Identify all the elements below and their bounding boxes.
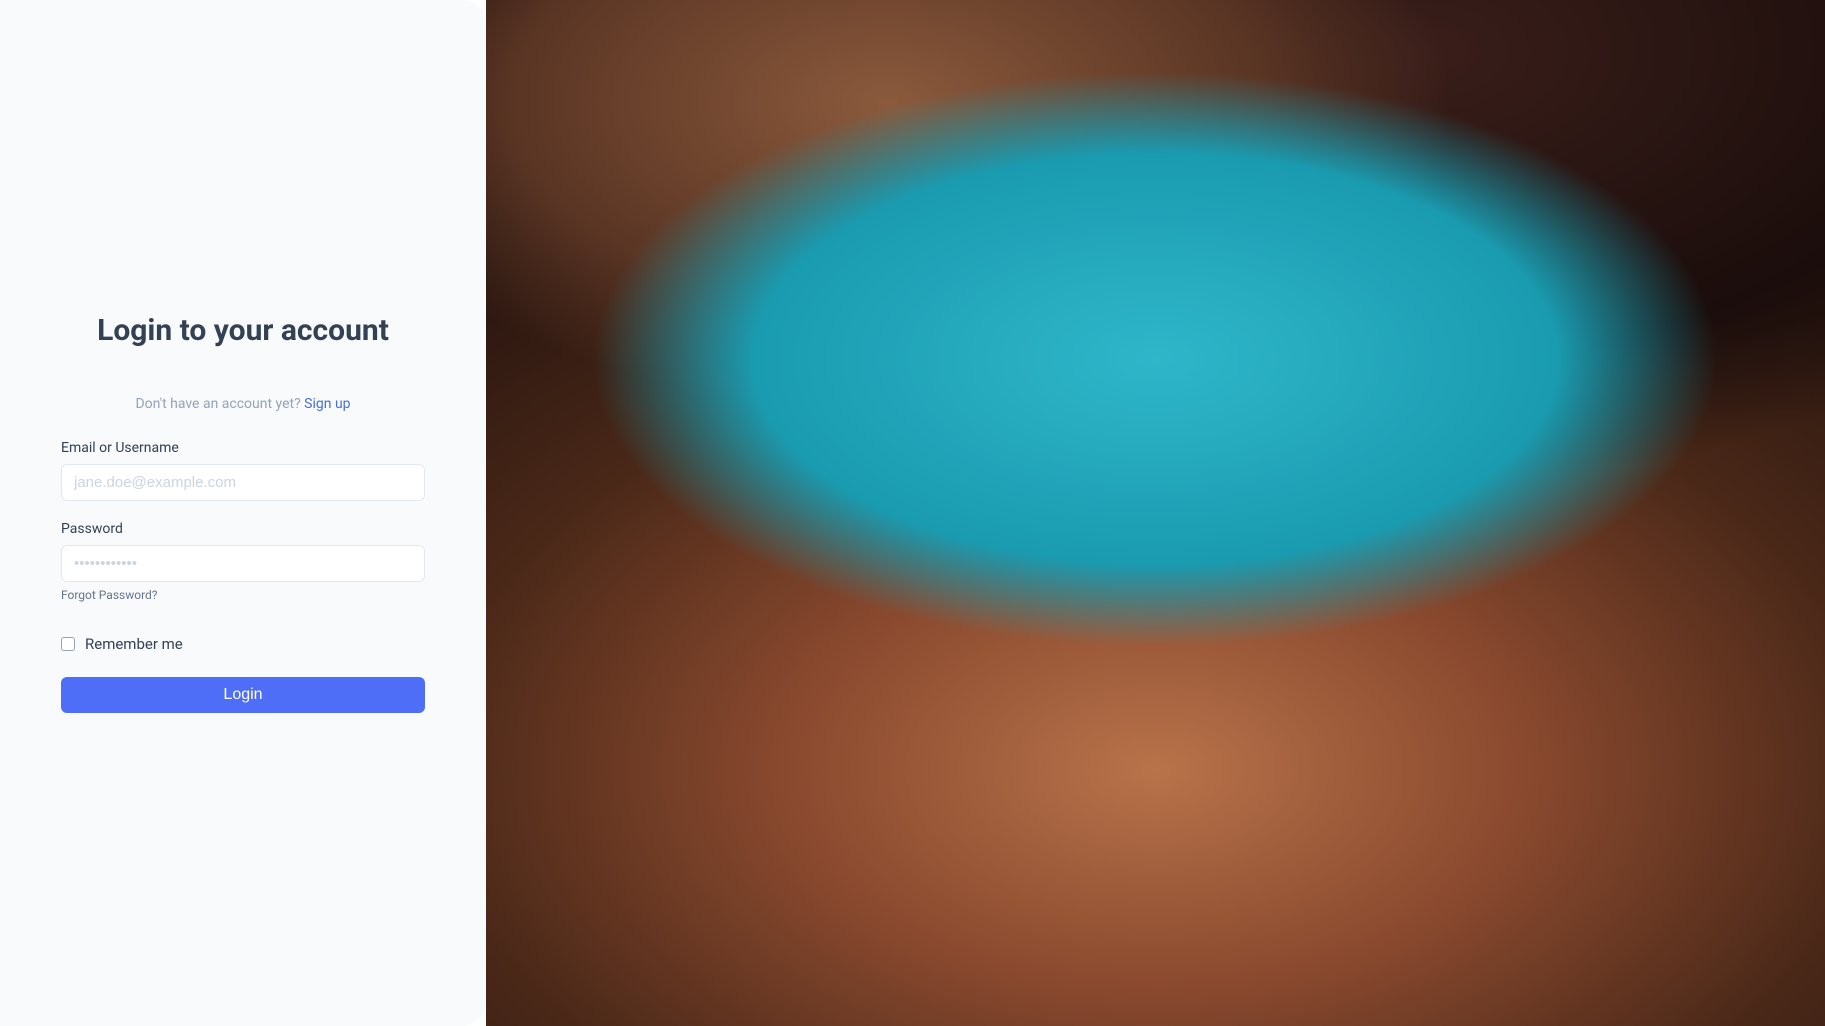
remember-checkbox[interactable]	[61, 637, 75, 651]
forgot-password-link[interactable]: Forgot Password?	[61, 588, 157, 602]
email-input[interactable]	[61, 464, 425, 501]
signup-prompt: Don't have an account yet? Sign up	[61, 396, 425, 412]
remember-row: Remember me	[61, 635, 425, 653]
page-title: Login to your account	[61, 313, 425, 348]
signup-prompt-text: Don't have an account yet?	[135, 396, 304, 412]
password-label: Password	[61, 521, 425, 537]
password-input[interactable]	[61, 545, 425, 582]
login-panel: Login to your account Don't have an acco…	[0, 0, 486, 1026]
email-label: Email or Username	[61, 440, 425, 456]
remember-label: Remember me	[85, 635, 183, 653]
password-field-group: Password Forgot Password?	[61, 521, 425, 603]
hero-image	[486, 0, 1825, 1026]
login-page: Login to your account Don't have an acco…	[0, 0, 1825, 1026]
email-field-group: Email or Username	[61, 440, 425, 501]
signup-link[interactable]: Sign up	[304, 396, 350, 412]
login-button[interactable]: Login	[61, 677, 425, 713]
